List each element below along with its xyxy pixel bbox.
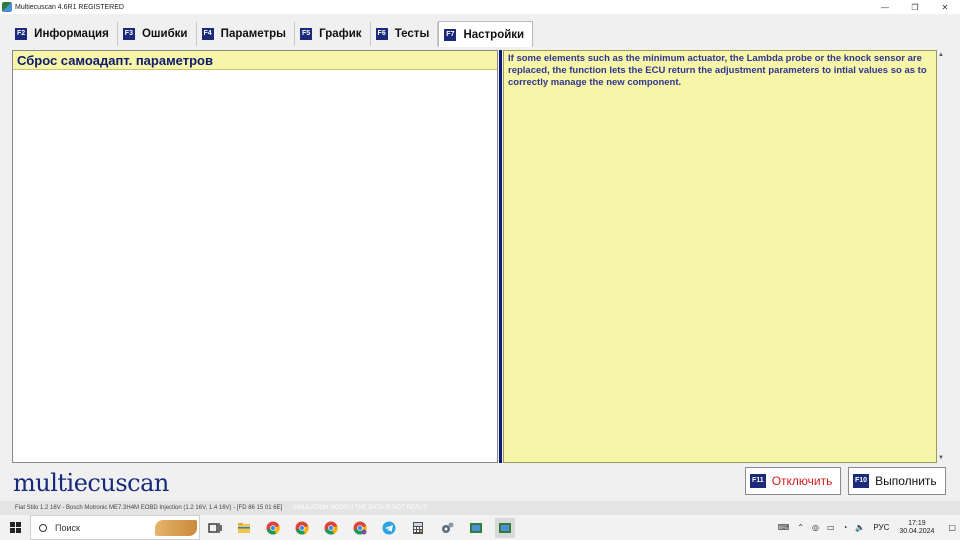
tab-information[interactable]: F2 Информация — [10, 22, 118, 46]
description-scrollbar[interactable]: ▲ ▼ — [937, 50, 945, 463]
status-bar: Fiat Stilo 1.2 16V - Bosch Motronic ME7.… — [0, 501, 960, 515]
chrome-profile-icon[interactable] — [350, 518, 370, 538]
restore-button[interactable]: ❐ — [900, 0, 930, 14]
tab-bar: F2 Информация F3 Ошибки F4 Параметры F5 … — [10, 21, 534, 47]
scroll-down-icon[interactable]: ▼ — [937, 453, 945, 463]
scroll-up-icon[interactable]: ▲ — [937, 50, 945, 60]
keyboard-icon[interactable]: ⌨ — [778, 523, 790, 532]
fkey-badge: F11 — [750, 474, 766, 488]
file-explorer-icon[interactable] — [234, 518, 254, 538]
tab-parameters[interactable]: F4 Параметры — [196, 22, 295, 46]
app-icon — [2, 2, 12, 12]
title-bar: Multiecuscan 4.6R1 REGISTERED — ❐ ✕ — [0, 0, 960, 14]
minimize-button[interactable]: — — [870, 0, 900, 14]
function-list: Сброс самоадапт. параметров — [12, 50, 498, 463]
fkey-badge: F6 — [375, 28, 388, 40]
chrome-icon[interactable] — [292, 518, 312, 538]
fkey-badge: F10 — [853, 474, 870, 488]
app-gears-icon[interactable] — [437, 518, 457, 538]
fkey-badge: F5 — [299, 28, 313, 40]
tab-label: Информация — [34, 28, 109, 40]
clock-time: 17:19 — [908, 519, 926, 527]
disconnect-button[interactable]: F11 Отключить — [745, 467, 841, 495]
disconnect-label: Отключить — [771, 474, 833, 488]
task-view-icon[interactable] — [205, 518, 225, 538]
tab-label: Тесты — [394, 28, 430, 40]
tab-label: Ошибки — [141, 28, 188, 40]
tab-graph[interactable]: F5 График — [294, 22, 371, 46]
language-indicator[interactable]: РУС — [873, 523, 889, 532]
telegram-icon[interactable] — [379, 518, 399, 538]
chevron-up-icon[interactable]: ⌃ — [797, 523, 804, 532]
list-item-reset-adaptation[interactable]: Сброс самоадапт. параметров — [13, 51, 497, 70]
search-highlight-image — [155, 520, 197, 536]
close-button[interactable]: ✕ — [930, 0, 960, 14]
battery-icon[interactable]: ▭ — [827, 523, 835, 532]
app-area: F2 Информация F3 Ошибки F4 Параметры F5 … — [0, 14, 960, 501]
taskbar-search[interactable]: Поиск — [30, 515, 200, 540]
description-panel: If some elements such as the minimum act… — [503, 50, 937, 463]
description-text: If some elements such as the minimum act… — [508, 53, 927, 88]
tab-label: Параметры — [220, 28, 286, 40]
search-placeholder: Поиск — [55, 522, 80, 533]
brand-logo: multiecuscan — [13, 469, 169, 497]
panel-splitter[interactable] — [499, 50, 502, 463]
tab-label: График — [319, 28, 362, 40]
tab-errors[interactable]: F3 Ошибки — [117, 22, 197, 46]
simulation-warning: SIMULATION MODE!!! THE DATA IS NOT REAL!… — [292, 505, 428, 511]
network-icon[interactable]: ◔ — [843, 523, 848, 532]
chrome-icon[interactable] — [263, 518, 283, 538]
vehicle-info: Fiat Stilo 1.2 16V - Bosch Motronic ME7.… — [15, 505, 283, 511]
list-item-label: Сброс самоадапт. параметров — [17, 52, 213, 68]
clock[interactable]: 17:19 30.04.2024 — [899, 520, 934, 536]
fkey-badge: F3 — [122, 28, 135, 40]
fkey-badge: F7 — [444, 28, 457, 41]
execute-button[interactable]: F10 Выполнить — [848, 467, 946, 495]
start-button[interactable] — [0, 515, 30, 540]
windows-icon — [9, 522, 21, 533]
search-icon — [39, 523, 47, 532]
system-tray: ⌨ ⌃ ◎ ▭ ◔ 🔈 РУС 17:19 30.04.2024 ▢ — [774, 515, 960, 540]
window-title: Multiecuscan 4.6R1 REGISTERED — [15, 3, 124, 11]
tab-settings[interactable]: F7 Настройки — [438, 21, 534, 47]
fkey-badge: F4 — [201, 28, 214, 40]
tab-tests[interactable]: F6 Тесты — [370, 22, 439, 46]
fkey-badge: F2 — [15, 28, 28, 40]
security-icon[interactable]: ◎ — [812, 523, 819, 532]
window-controls: — ❐ ✕ — [870, 0, 960, 14]
notifications-icon[interactable]: ▢ — [948, 523, 956, 532]
multiecuscan-icon[interactable] — [466, 518, 486, 538]
chrome-icon[interactable] — [321, 518, 341, 538]
multiecuscan-active-icon[interactable] — [495, 517, 515, 538]
tab-label: Настройки — [463, 28, 525, 41]
calculator-icon[interactable] — [408, 518, 428, 538]
taskbar: Поиск ⌨ ⌃ ◎ ▭ ◔ 🔈 РУС 17:19 30.04.2024 ▢ — [0, 515, 960, 540]
execute-label: Выполнить — [875, 474, 937, 488]
volume-icon[interactable]: 🔈 — [855, 523, 865, 532]
clock-date: 30.04.2024 — [899, 527, 935, 535]
